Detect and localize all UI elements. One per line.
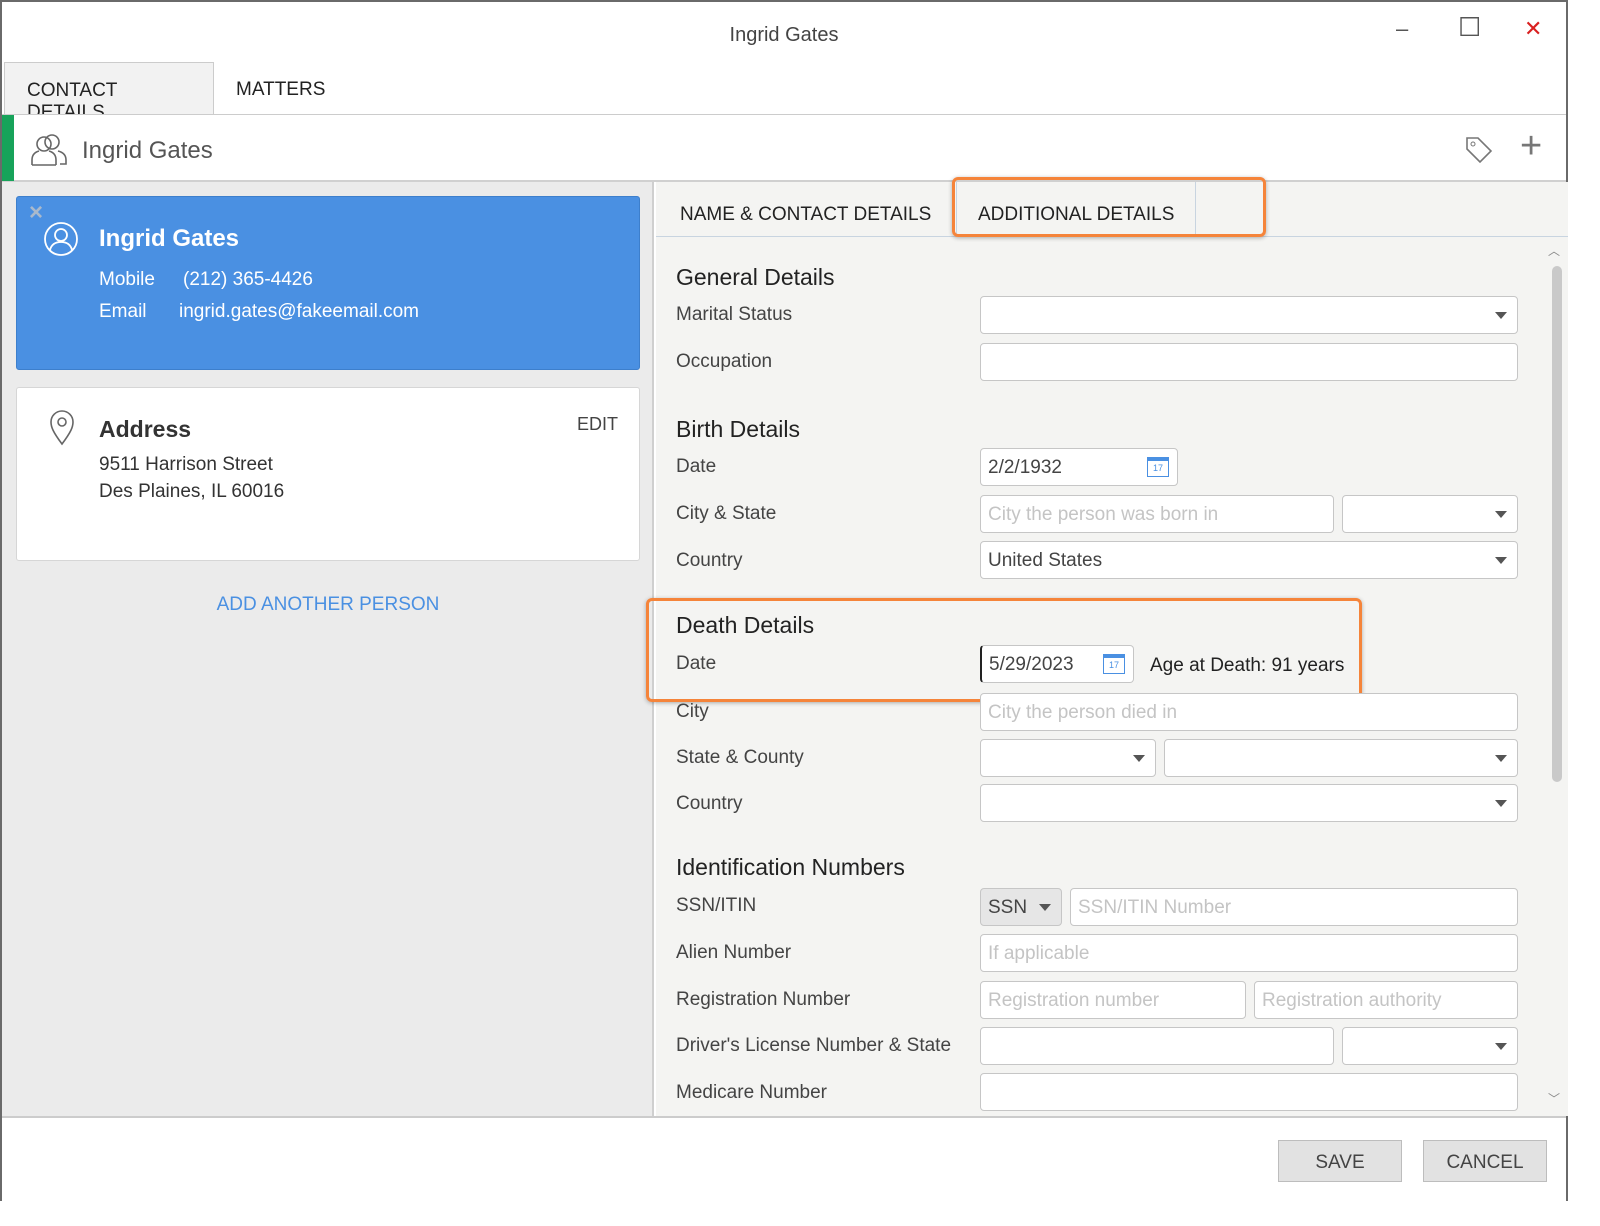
mobile-label: Mobile: [99, 269, 155, 290]
medicare-label: Medicare Number: [676, 1082, 827, 1103]
occupation-input[interactable]: [980, 343, 1518, 381]
footer: SAVE CANCEL: [2, 1116, 1566, 1202]
birth-date-label: Date: [676, 456, 717, 477]
birth-details-heading: Birth Details: [676, 416, 800, 442]
scroll-up-icon[interactable]: ︿: [1548, 242, 1560, 259]
email-label: Email: [99, 301, 147, 322]
add-icon[interactable]: +: [1520, 125, 1542, 168]
birth-country-select[interactable]: United States: [980, 541, 1518, 579]
birth-country-label: Country: [676, 550, 743, 571]
drivers-license-state-select[interactable]: [1342, 1027, 1518, 1065]
contact-header: Ingrid Gates +: [2, 114, 1566, 182]
occupation-label: Occupation: [676, 351, 773, 372]
add-another-person-link[interactable]: ADD ANOTHER PERSON: [2, 594, 654, 616]
birth-date-value: 2/2/1932: [988, 457, 1062, 478]
address-card: Address EDIT 9511 Harrison Street Des Pl…: [16, 387, 640, 561]
tab-matters[interactable]: MATTERS: [214, 62, 347, 114]
death-country-select[interactable]: [980, 784, 1518, 822]
birth-state-select[interactable]: [1342, 495, 1518, 533]
registration-number-label: Registration Number: [676, 989, 851, 1010]
death-city-input[interactable]: City the person died in: [980, 693, 1518, 731]
person-icon: [44, 222, 78, 256]
birth-city-state-label: City & State: [676, 503, 777, 524]
ssn-label: SSN/ITIN: [676, 895, 757, 916]
person-card[interactable]: × Ingrid Gates Mobile (212) 365-4426 Ema…: [16, 196, 640, 370]
death-state-county-label: State & County: [676, 747, 804, 768]
registration-number-input[interactable]: Registration number: [980, 981, 1246, 1019]
tag-icon[interactable]: [1464, 135, 1494, 165]
edit-address-button[interactable]: EDIT: [577, 414, 618, 435]
registration-authority-input[interactable]: Registration authority: [1254, 981, 1518, 1019]
save-button[interactable]: SAVE: [1278, 1140, 1402, 1182]
subtab-name-contact[interactable]: NAME & CONTACT DETAILS: [680, 204, 931, 226]
maximize-button[interactable]: ☐: [1458, 12, 1481, 43]
death-state-select[interactable]: [980, 739, 1156, 777]
death-city-label: City: [676, 701, 709, 722]
window: Ingrid Gates – ☐ ✕ CONTACT DETAILS MATTE…: [0, 0, 1568, 1202]
death-country-label: Country: [676, 793, 743, 814]
scrollbar[interactable]: [1552, 266, 1562, 782]
person-name: Ingrid Gates: [99, 225, 240, 252]
identification-heading: Identification Numbers: [676, 854, 905, 880]
accent-bar: [2, 115, 14, 181]
alien-number-input[interactable]: If applicable: [980, 934, 1518, 972]
scroll-down-icon[interactable]: ﹀: [1548, 1090, 1560, 1107]
birth-city-input[interactable]: City the person was born in: [980, 495, 1334, 533]
general-details-heading: General Details: [676, 264, 835, 290]
address-line2: Des Plaines, IL 60016: [99, 481, 285, 502]
highlight-box: [646, 598, 1362, 702]
minimize-button[interactable]: –: [1396, 16, 1408, 42]
location-pin-icon: [50, 410, 74, 446]
mobile-value: (212) 365-4426: [183, 269, 313, 290]
drivers-license-input[interactable]: [980, 1027, 1334, 1065]
right-panel: NAME & CONTACT DETAILS ADDITIONAL DETAIL…: [646, 177, 1568, 1116]
cancel-button[interactable]: CANCEL: [1423, 1140, 1547, 1182]
death-county-select[interactable]: [1164, 739, 1518, 777]
highlight-box: [952, 177, 1266, 237]
close-button[interactable]: ✕: [1524, 16, 1542, 42]
marital-status-label: Marital Status: [676, 304, 793, 325]
marital-status-select[interactable]: [980, 296, 1518, 334]
medicare-input[interactable]: [980, 1073, 1518, 1111]
people-icon: [31, 134, 67, 166]
contact-name: Ingrid Gates: [82, 137, 213, 164]
email-value: ingrid.gates@fakeemail.com: [179, 301, 420, 322]
address-title: Address: [99, 416, 192, 442]
birth-date-input[interactable]: 2/2/1932 17: [980, 448, 1178, 486]
window-title: Ingrid Gates: [729, 24, 839, 46]
alien-number-label: Alien Number: [676, 942, 792, 963]
calendar-icon[interactable]: 17: [1147, 457, 1169, 477]
drivers-license-label: Driver's License Number & State: [676, 1035, 952, 1056]
subtabs: NAME & CONTACT DETAILS ADDITIONAL DETAIL…: [656, 177, 1568, 237]
ssn-type-select[interactable]: SSN: [980, 888, 1062, 926]
address-line1: 9511 Harrison Street: [99, 454, 273, 475]
ssn-input[interactable]: SSN/ITIN Number: [1070, 888, 1518, 926]
tab-contact-details[interactable]: CONTACT DETAILS: [4, 62, 214, 123]
remove-person-icon[interactable]: ×: [29, 199, 43, 227]
left-panel: × Ingrid Gates Mobile (212) 365-4426 Ema…: [2, 182, 654, 1116]
